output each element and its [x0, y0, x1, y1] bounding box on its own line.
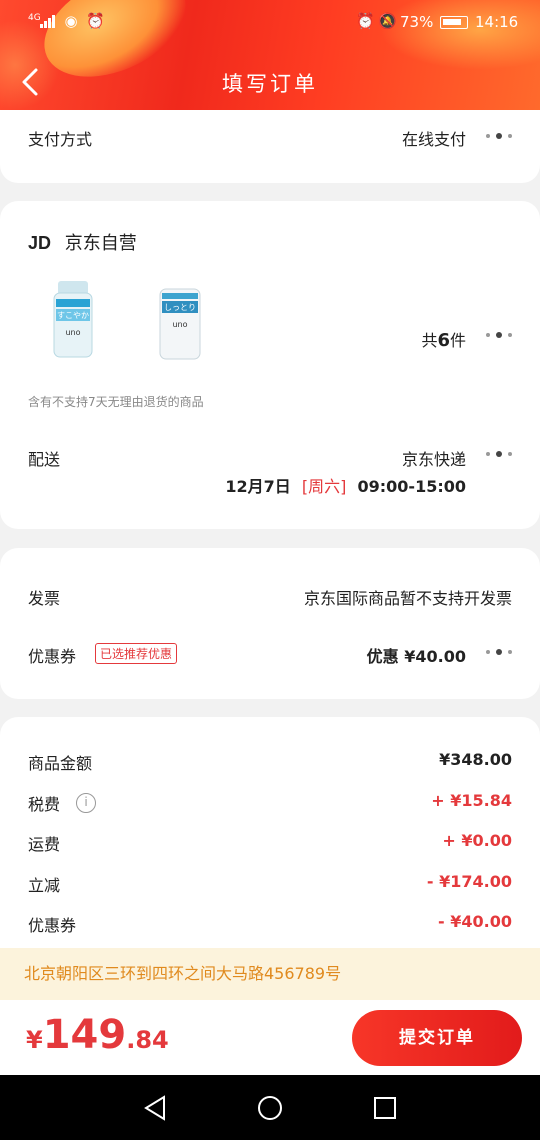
delivery-row[interactable]: 配送 京东快递 — [28, 446, 512, 470]
summary-value: - ¥174.00 — [426, 872, 512, 891]
payment-value: 在线支付 — [401, 130, 466, 149]
shop-card: JD 京东自营 すこやか uno しっとり uno 共6件 含有不支持7天无理由… — [0, 201, 540, 529]
summary-label: 税费 — [28, 795, 61, 814]
return-notice: 含有不支持7天无理由退货的商品 — [28, 395, 204, 409]
more-dots-icon[interactable] — [486, 132, 514, 140]
header-bar: 4G ◉ ⏰ ⏰ 🔕 73% 14:16 填写订单 — [0, 0, 540, 118]
summary-row: 税费 i + ¥15.84 — [28, 791, 512, 815]
invoice-label: 发票 — [28, 589, 61, 608]
total-decimal: .84 — [126, 1026, 169, 1054]
item-count-row[interactable]: 共6件 — [28, 327, 512, 351]
eye-icon: ◉ — [64, 12, 78, 30]
payment-row[interactable]: 支付方式 在线支付 — [28, 126, 512, 150]
info-icon[interactable]: i — [76, 793, 96, 813]
summary-row: 商品金额 ¥348.00 — [28, 750, 512, 774]
more-dots-icon[interactable] — [486, 450, 514, 458]
summary-row: 优惠券 - ¥40.00 — [28, 912, 512, 936]
battery-percent: 73% — [400, 13, 434, 31]
product-bottle-icon: しっとり uno — [159, 288, 201, 360]
network-type: 4G — [28, 13, 41, 23]
nav-back-icon[interactable] — [140, 1093, 170, 1123]
nav-home-icon[interactable] — [255, 1093, 285, 1123]
summary-label: 立减 — [28, 876, 61, 895]
more-dots-icon[interactable] — [486, 648, 514, 656]
signal-icon — [40, 14, 55, 28]
summary-row: 运费 + ¥0.00 — [28, 831, 512, 855]
page-title: 填写订单 — [222, 72, 318, 96]
summary-value: + ¥0.00 — [442, 831, 512, 850]
invoice-row[interactable]: 发票 京东国际商品暂不支持开发票 — [28, 585, 512, 609]
delivery-carrier: 京东快递 — [401, 450, 466, 469]
coupon-row[interactable]: 优惠券 已选推荐优惠 优惠 ¥40.00 — [28, 643, 512, 667]
svg-text:すこやか: すこやか — [57, 311, 89, 320]
nav-recents-icon[interactable] — [370, 1093, 400, 1123]
delivery-date: 12月7日 — [225, 477, 291, 496]
shop-name: 京东自营 — [64, 233, 137, 254]
address-notice[interactable]: 北京朝阳区三环到四环之间大马路456789号 — [0, 948, 540, 1000]
item-count: 共6件 — [421, 330, 466, 351]
summary-label: 商品金额 — [28, 754, 93, 773]
coupon-badge: 已选推荐优惠 — [95, 643, 178, 664]
checkout-bar: ¥149.84 提交订单 — [0, 1000, 540, 1075]
summary-value: - ¥40.00 — [438, 912, 512, 931]
coupon-label: 优惠券 — [28, 647, 77, 666]
svg-text:しっとり: しっとり — [164, 303, 196, 312]
summary-value: + ¥15.84 — [431, 791, 512, 810]
currency-symbol: ¥ — [26, 1026, 43, 1054]
battery-icon — [440, 16, 468, 29]
product-image[interactable]: しっとり uno — [156, 285, 220, 367]
payment-label: 支付方式 — [28, 130, 93, 149]
clock: 14:16 — [475, 13, 519, 31]
delivery-time[interactable]: 12月7日 [周六] 09:00-15:00 — [28, 473, 512, 497]
delivery-label: 配送 — [28, 450, 61, 469]
status-bar: 4G ◉ ⏰ ⏰ 🔕 73% 14:16 — [0, 8, 540, 36]
invoice-card: 发票 京东国际商品暂不支持开发票 优惠券 已选推荐优惠 优惠 ¥40.00 — [0, 548, 540, 699]
submit-order-button[interactable]: 提交订单 — [352, 1010, 522, 1066]
alarm-icon: ⏰ — [86, 12, 105, 30]
mute-icon: 🔕 — [378, 12, 397, 30]
summary-card: 商品金额 ¥348.00 税费 i + ¥15.84 运费 + ¥0.00 立减… — [0, 717, 540, 977]
alarm-icon: ⏰ — [356, 12, 375, 30]
order-total: ¥149.84 — [26, 1012, 169, 1058]
shop-header: JD 京东自营 — [28, 229, 512, 255]
payment-card[interactable]: 支付方式 在线支付 — [0, 110, 540, 183]
invoice-value: 京东国际商品暂不支持开发票 — [303, 589, 512, 608]
more-dots-icon[interactable] — [486, 331, 514, 339]
delivery-window: 09:00-15:00 — [357, 477, 467, 496]
delivery-weekday: [周六] — [301, 477, 347, 496]
summary-value: ¥348.00 — [439, 750, 512, 769]
summary-label: 优惠券 — [28, 916, 77, 935]
total-integer: 149 — [42, 1012, 127, 1058]
system-nav-bar — [0, 1075, 540, 1140]
coupon-value: 优惠 ¥40.00 — [366, 647, 466, 666]
jd-logo-icon: JD — [28, 233, 52, 253]
summary-label: 运费 — [28, 835, 61, 854]
summary-row: 立减 - ¥174.00 — [28, 872, 512, 896]
